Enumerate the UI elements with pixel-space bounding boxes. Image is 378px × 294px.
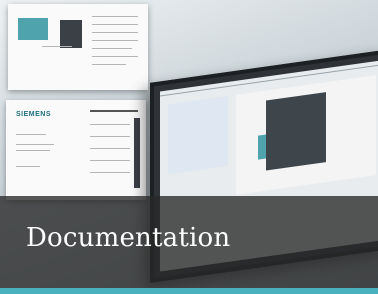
device-view (236, 75, 376, 195)
brand-logo: SIEMENS (16, 111, 52, 118)
plc-device-image (266, 92, 326, 171)
device-illustration (60, 20, 82, 48)
manual-cover: SIEMENS (6, 100, 146, 200)
documentation-tile[interactable]: SIEMENS Documentation (0, 0, 378, 294)
project-tree (168, 95, 228, 175)
accent-strip (0, 288, 378, 294)
device-illustration (18, 18, 48, 40)
manual-page-diagram (8, 4, 148, 90)
tile-caption[interactable]: Documentation (26, 223, 230, 253)
